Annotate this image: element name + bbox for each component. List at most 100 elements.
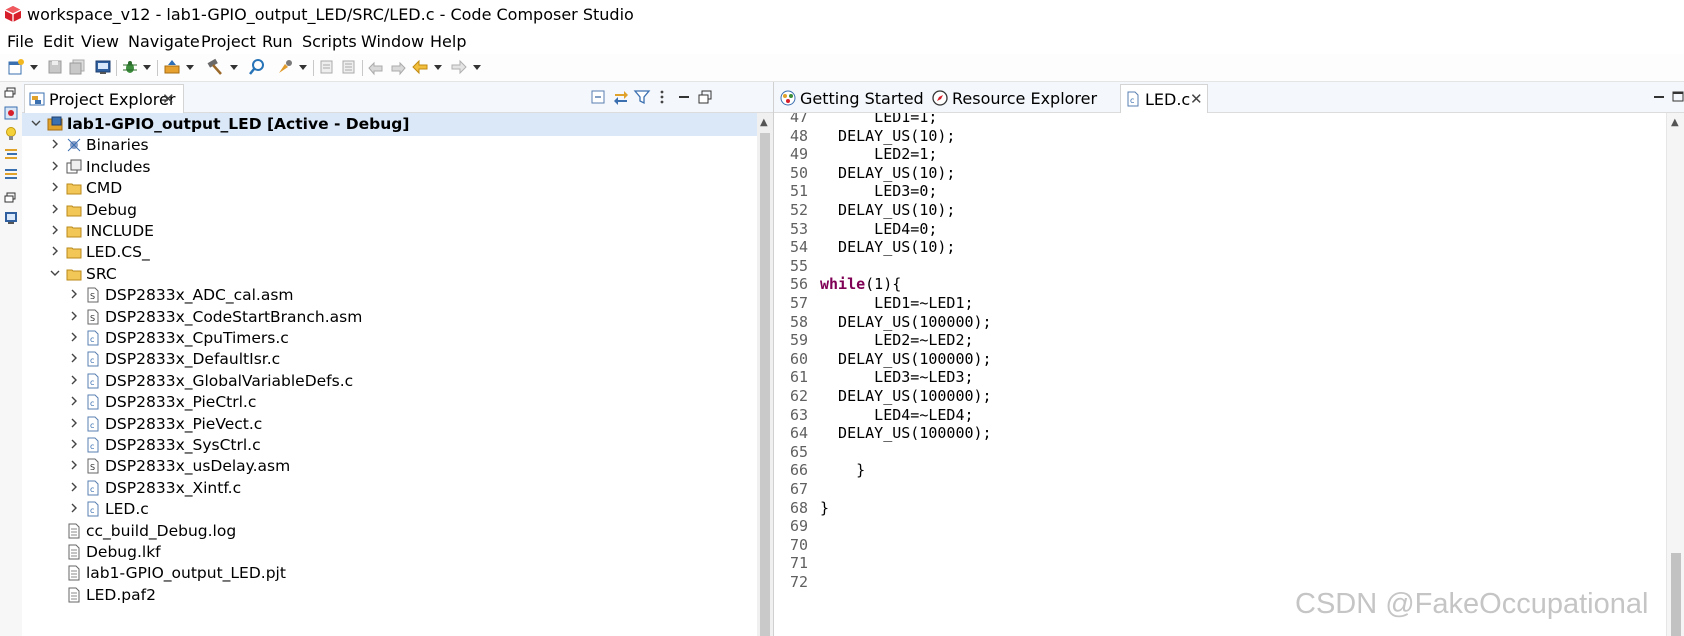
minimize-icon[interactable] xyxy=(1650,88,1668,106)
menu-view[interactable]: View xyxy=(81,32,119,51)
tree-item[interactable]: S DSP2833x_ADC_cal.asm xyxy=(22,284,757,307)
explorer-scrollbar[interactable]: ▲ xyxy=(757,113,773,636)
next-annotation-icon[interactable] xyxy=(318,58,336,76)
filter-icon[interactable] xyxy=(633,88,651,106)
chevron-right-icon[interactable] xyxy=(68,416,80,430)
chevron-down-icon[interactable] xyxy=(49,266,61,280)
collapse-all-icon[interactable] xyxy=(589,88,607,106)
tree-item[interactable]: cc_build_Debug.log xyxy=(22,520,757,543)
close-icon[interactable]: ✕ xyxy=(162,90,175,108)
explorer-scroll-thumb[interactable] xyxy=(760,133,770,636)
prev-annotation-icon[interactable] xyxy=(340,58,358,76)
code-line[interactable]: 52 DELAY_US(10); xyxy=(774,201,1664,221)
chevron-right-icon[interactable] xyxy=(68,501,80,515)
menu-run[interactable]: Run xyxy=(262,32,293,51)
editor-scrollbar[interactable]: ▲ xyxy=(1666,113,1684,636)
external-tools-icon[interactable] xyxy=(276,58,294,76)
tree-item[interactable]: c DSP2833x_CpuTimers.c xyxy=(22,327,757,350)
tree-item[interactable]: Binaries xyxy=(22,134,757,157)
link-with-editor-icon[interactable] xyxy=(612,88,630,106)
code-line[interactable]: 63 LED4=~LED4; xyxy=(774,406,1664,426)
tree-item[interactable]: CMD xyxy=(22,177,757,200)
external-tools-dropdown-icon[interactable] xyxy=(299,65,307,70)
last-edit-icon[interactable] xyxy=(367,58,385,76)
code-line[interactable]: 49 LED2=1; xyxy=(774,145,1664,165)
registers-icon[interactable] xyxy=(3,105,19,121)
new-dropdown-icon[interactable] xyxy=(30,65,38,70)
code-line[interactable]: 65 xyxy=(774,443,1664,463)
chevron-right-icon[interactable] xyxy=(68,373,80,387)
code-line[interactable]: 51 LED3=0; xyxy=(774,182,1664,202)
code-line[interactable]: 66 } xyxy=(774,461,1664,481)
code-line[interactable]: 48 DELAY_US(10); xyxy=(774,127,1664,147)
restore-icon[interactable] xyxy=(3,85,19,101)
outline-icon[interactable] xyxy=(3,146,19,162)
tab-led-c[interactable]: c LED.c ✕ xyxy=(1120,84,1208,113)
chevron-right-icon[interactable] xyxy=(49,137,61,151)
code-line[interactable]: 55 xyxy=(774,257,1664,277)
tree-item[interactable]: lab1-GPIO_output_LED.pjt xyxy=(22,562,757,585)
maximize-icon[interactable] xyxy=(696,88,714,106)
chevron-right-icon[interactable] xyxy=(49,223,61,237)
chevron-right-icon[interactable] xyxy=(49,180,61,194)
tree-item[interactable]: c DSP2833x_SysCtrl.c xyxy=(22,434,757,457)
code-line[interactable]: 60 DELAY_US(100000); xyxy=(774,350,1664,370)
chevron-right-icon[interactable] xyxy=(68,287,80,301)
tree-item[interactable]: Debug.lkf xyxy=(22,541,757,564)
restore-icon[interactable] xyxy=(3,190,19,206)
forward-arrow-icon[interactable] xyxy=(450,58,468,76)
close-icon[interactable]: ✕ xyxy=(1190,90,1203,108)
tab-getting-started[interactable]: Getting Started xyxy=(776,84,924,112)
tree-item[interactable]: c LED.c xyxy=(22,498,757,521)
tree-item[interactable]: INCLUDE xyxy=(22,220,757,243)
debug-dropdown-icon[interactable] xyxy=(143,65,151,70)
menu-window[interactable]: Window xyxy=(361,32,424,51)
debug-bug-icon[interactable] xyxy=(121,58,139,76)
chevron-right-icon[interactable] xyxy=(68,480,80,494)
tree-item[interactable]: Debug xyxy=(22,199,757,222)
code-line[interactable]: 64 DELAY_US(100000); xyxy=(774,424,1664,444)
chevron-right-icon[interactable] xyxy=(68,458,80,472)
chevron-right-icon[interactable] xyxy=(49,244,61,258)
menu-scripts[interactable]: Scripts xyxy=(302,32,357,51)
lightbulb-icon[interactable] xyxy=(3,126,19,142)
search-icon[interactable] xyxy=(248,58,266,76)
tree-item[interactable]: SRC xyxy=(22,263,757,286)
code-line[interactable]: 54 DELAY_US(10); xyxy=(774,238,1664,258)
menu-edit[interactable]: Edit xyxy=(43,32,74,51)
code-line[interactable]: 67 xyxy=(774,480,1664,500)
menu-navigate[interactable]: Navigate xyxy=(128,32,200,51)
chevron-right-icon[interactable] xyxy=(68,351,80,365)
code-line[interactable]: 61 LED3=~LED3; xyxy=(774,368,1664,388)
code-line[interactable]: 56 while(1){ xyxy=(774,275,1664,295)
flash-dropdown-icon[interactable] xyxy=(186,65,194,70)
tree-item[interactable]: Includes xyxy=(22,156,757,179)
build-dropdown-icon[interactable] xyxy=(230,65,238,70)
tree-item[interactable]: S DSP2833x_CodeStartBranch.asm xyxy=(22,306,757,329)
chevron-right-icon[interactable] xyxy=(49,202,61,216)
tab-project-explorer[interactable]: Project Explorer ✕ xyxy=(24,84,184,113)
view-menu-icon[interactable] xyxy=(653,88,671,106)
code-line[interactable]: 68} xyxy=(774,499,1664,519)
save-icon[interactable] xyxy=(46,58,64,76)
chevron-right-icon[interactable] xyxy=(68,394,80,408)
tree-item[interactable]: c DSP2833x_PieVect.c xyxy=(22,413,757,436)
scroll-up-icon[interactable]: ▲ xyxy=(760,117,768,128)
flash-load-icon[interactable] xyxy=(163,58,181,76)
menu-help[interactable]: Help xyxy=(430,32,466,51)
code-line[interactable]: 62 DELAY_US(100000); xyxy=(774,387,1664,407)
chevron-right-icon[interactable] xyxy=(49,159,61,173)
chevron-right-icon[interactable] xyxy=(68,309,80,323)
code-line[interactable]: 53 LED4=0; xyxy=(774,220,1664,240)
tree-item[interactable]: LED.CS_ xyxy=(22,241,757,264)
code-line[interactable]: 50 DELAY_US(10); xyxy=(774,164,1664,184)
code-line[interactable]: 59 LED2=~LED2; xyxy=(774,331,1664,351)
code-line[interactable]: 70 xyxy=(774,536,1664,556)
new-icon[interactable] xyxy=(7,58,25,76)
tasks-icon[interactable] xyxy=(3,166,19,182)
tree-item[interactable]: S DSP2833x_usDelay.asm xyxy=(22,455,757,478)
scroll-up-icon[interactable]: ▲ xyxy=(1671,117,1679,128)
code-line[interactable]: 57 LED1=~LED1; xyxy=(774,294,1664,314)
chevron-right-icon[interactable] xyxy=(68,330,80,344)
build-hammer-icon[interactable] xyxy=(206,58,224,76)
